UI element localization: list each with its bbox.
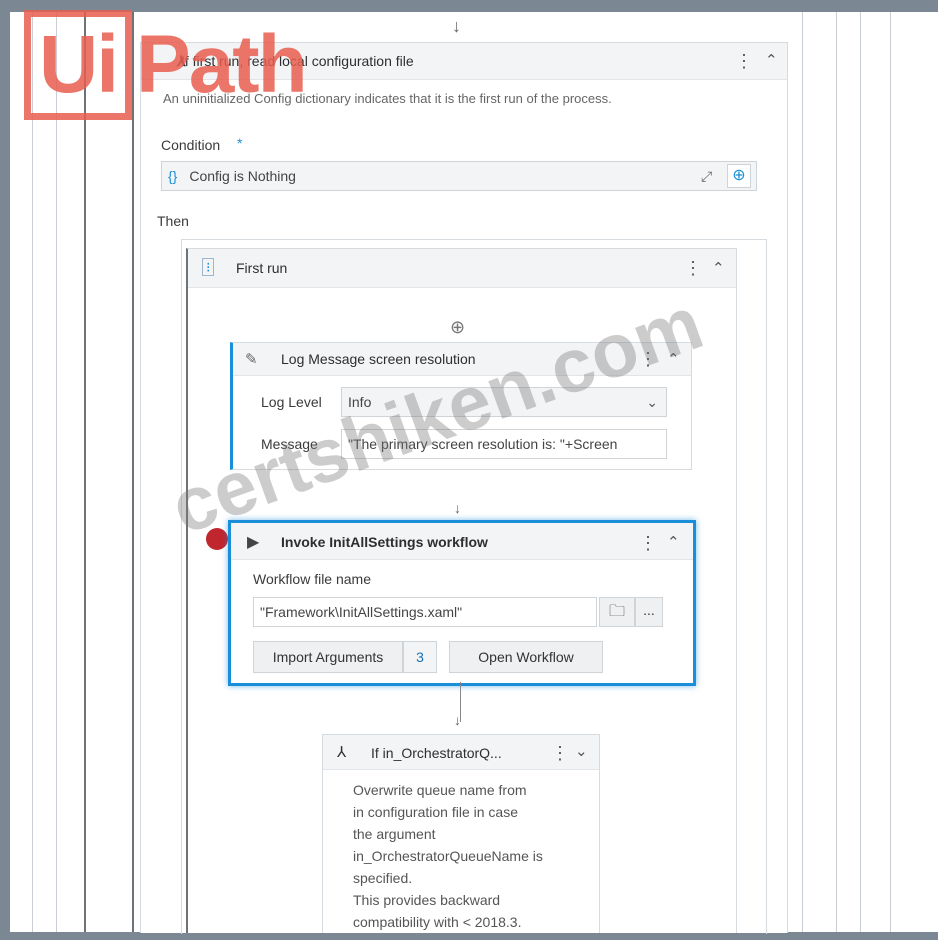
condition-label: Condition bbox=[161, 137, 221, 153]
guide-line bbox=[860, 12, 861, 932]
invoke-workflow-header[interactable]: ▶ Invoke InitAllSettings workflow ⋮ ⌃ bbox=[231, 523, 693, 560]
open-workflow-button[interactable]: Open Workflow bbox=[449, 641, 603, 673]
browse-button[interactable]: ... bbox=[635, 597, 663, 627]
flow-arrow: ↓ bbox=[454, 500, 461, 516]
description-line: in_OrchestratorQueueName is bbox=[353, 848, 543, 864]
more-options-icon[interactable]: ⋮ bbox=[551, 744, 569, 762]
description-line: compatibility with < 2018.3. bbox=[353, 914, 522, 930]
if-orchestrator-header[interactable]: ⅄ If in_OrchestratorQ... ⋮ ⌄ bbox=[323, 735, 599, 770]
workflow-file-label: Workflow file name bbox=[253, 571, 372, 587]
if-orchestrator-title[interactable]: If in_OrchestratorQ... bbox=[371, 745, 502, 761]
workflow-file-value: "Framework\InitAllSettings.xaml" bbox=[260, 604, 463, 620]
argument-count-badge: 3 bbox=[403, 641, 437, 673]
workflow-file-input[interactable]: "Framework\InitAllSettings.xaml" bbox=[253, 597, 597, 627]
condition-value: Config is Nothing bbox=[189, 168, 296, 184]
add-activity-icon[interactable]: ⊕ bbox=[450, 317, 465, 338]
import-arguments-button[interactable]: Import Arguments bbox=[253, 641, 403, 673]
description-line: This provides backward bbox=[353, 892, 501, 908]
description-line: the argument bbox=[353, 826, 436, 842]
sequence-connector-line bbox=[84, 12, 86, 932]
window-frame-left bbox=[0, 0, 10, 940]
collapse-icon[interactable]: ⌃ bbox=[667, 535, 680, 550]
add-expression-icon[interactable]: ⊕ bbox=[727, 164, 751, 188]
guide-line bbox=[890, 12, 891, 932]
expression-icon: {} bbox=[168, 168, 178, 184]
log-level-label: Log Level bbox=[261, 394, 322, 410]
sequence-header[interactable]: ⁝ First run ⋮ ⌃ bbox=[188, 249, 736, 288]
flow-arrow: ↓ bbox=[452, 16, 461, 36]
guide-line bbox=[56, 12, 57, 932]
collapse-icon[interactable]: ⌃ bbox=[765, 53, 778, 68]
expand-editor-icon[interactable]: ⤢ bbox=[701, 168, 712, 185]
folder-icon[interactable]: 🗀 bbox=[599, 597, 635, 627]
guide-line bbox=[802, 12, 803, 932]
chevron-down-icon[interactable]: ⌄ bbox=[646, 388, 658, 416]
required-marker: * bbox=[237, 135, 243, 151]
play-icon: ▶ bbox=[247, 534, 260, 551]
guide-line bbox=[32, 12, 33, 932]
description-line: in configuration file in case bbox=[353, 804, 518, 820]
collapse-icon[interactable]: ⌃ bbox=[712, 261, 725, 276]
expand-icon[interactable]: ⌄ bbox=[575, 744, 588, 759]
guide-line bbox=[836, 12, 837, 932]
more-options-icon[interactable]: ⋮ bbox=[639, 534, 657, 552]
sequence-title[interactable]: First run bbox=[236, 260, 287, 276]
log-message-icon: ✎ bbox=[245, 351, 258, 368]
invoke-workflow-title[interactable]: Invoke InitAllSettings workflow bbox=[281, 534, 488, 550]
if-branch-icon: ⅄ bbox=[337, 744, 347, 761]
sequence-icon: ⁝ bbox=[202, 258, 215, 276]
if-orchestrator-activity[interactable]: ⅄ If in_OrchestratorQ... ⋮ ⌄ Overwrite q… bbox=[322, 734, 600, 933]
more-options-icon[interactable]: ⋮ bbox=[684, 259, 702, 277]
more-options-icon[interactable]: ⋮ bbox=[735, 52, 753, 70]
then-label: Then bbox=[157, 213, 189, 229]
description-line: specified. bbox=[353, 870, 413, 886]
condition-input[interactable]: {} Config is Nothing bbox=[161, 161, 757, 191]
if-orchestrator-description: Overwrite queue name from in configurati… bbox=[353, 779, 543, 933]
sequence-connector-line bbox=[132, 12, 134, 932]
description-line: Overwrite queue name from bbox=[353, 782, 527, 798]
flow-arrow: ↓ bbox=[454, 712, 461, 728]
uipath-logo: Ui Path bbox=[24, 8, 354, 122]
invoke-workflow-activity[interactable]: ▶ Invoke InitAllSettings workflow ⋮ ⌃ Wo… bbox=[228, 520, 696, 686]
